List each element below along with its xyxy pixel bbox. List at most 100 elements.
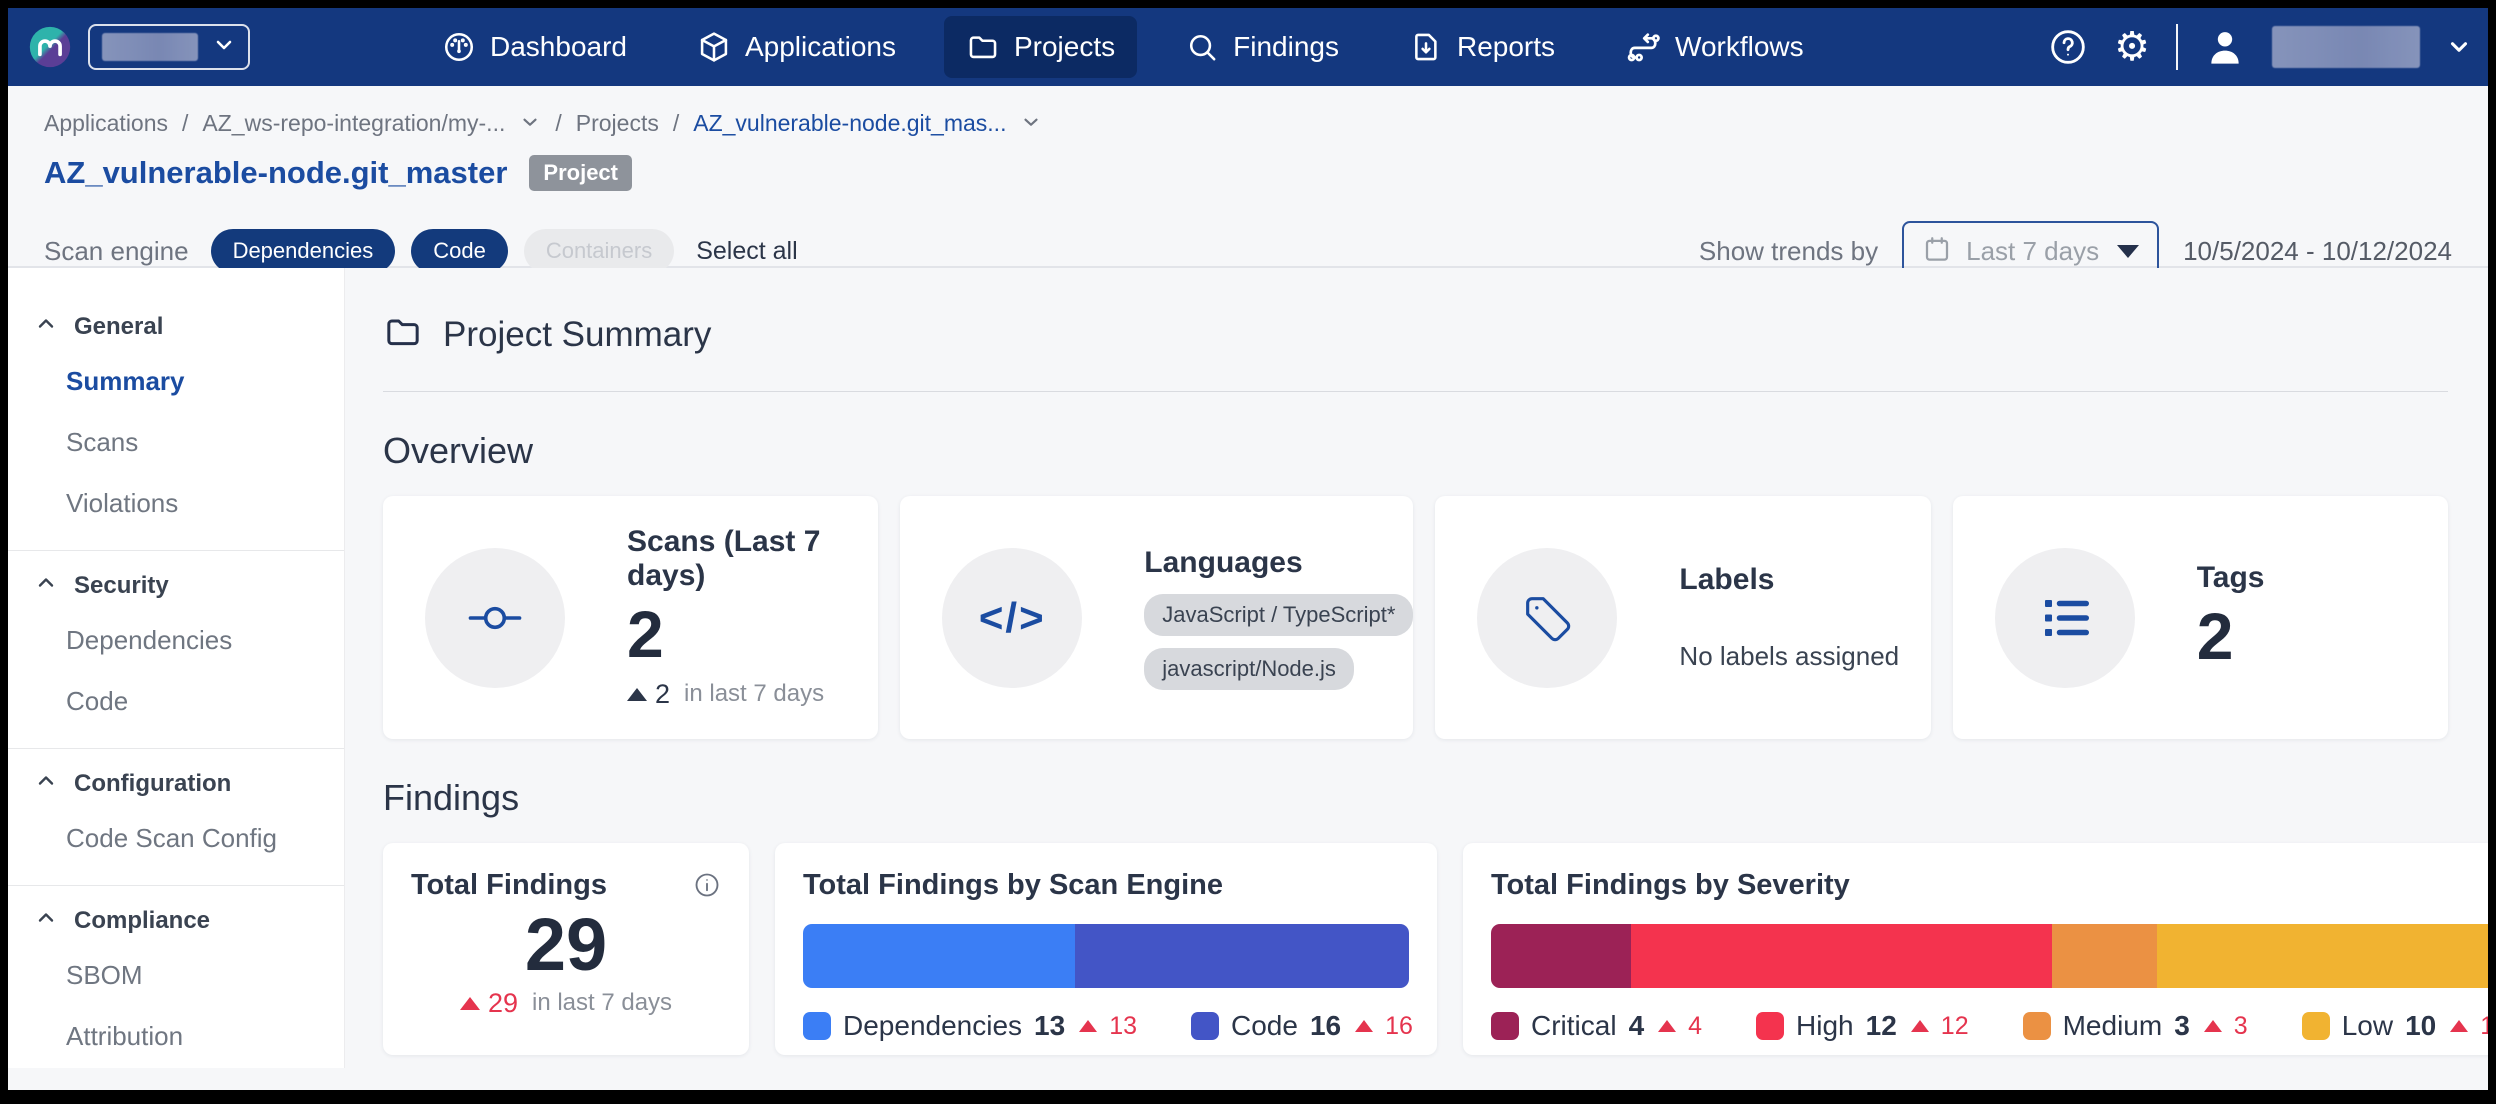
- overview-card-trend: 2in last 7 days: [627, 679, 878, 710]
- bar-segment-dependencies: [803, 924, 1075, 988]
- mend-logo-icon[interactable]: [28, 25, 72, 69]
- sidebar-section-title: Configuration: [74, 770, 231, 798]
- total-findings-card: Total Findings 29 29 in last 7 days: [383, 843, 749, 1055]
- language-tags: JavaScript / TypeScript*javascript/Node.…: [1144, 594, 1413, 690]
- legend-trend-value: 3: [2234, 1012, 2248, 1041]
- scan-engine-pill-containers[interactable]: Containers: [524, 229, 674, 273]
- overview-card-body: LabelsNo labels assigned: [1679, 563, 1899, 672]
- legend-swatch: [1491, 1012, 1519, 1040]
- project-type-badge: Project: [529, 155, 632, 191]
- breadcrumb: Applications / AZ_ws-repo-integration/my-.…: [44, 108, 2452, 139]
- code-icon: </>: [942, 548, 1082, 688]
- by-engine-title: Total Findings by Scan Engine: [803, 869, 1223, 902]
- overview-card-value: 2: [627, 597, 878, 673]
- overview-card-body: Scans (Last 7 days)22in last 7 days: [627, 525, 878, 710]
- engine-legend: Dependencies1313Code1616: [803, 1010, 1409, 1042]
- trend-period-value: Last 7 days: [1966, 236, 2099, 267]
- sidebar-section-configuration: Configuration Code Scan Config: [8, 749, 344, 886]
- overview-card-scans-last-7-days-: Scans (Last 7 days)22in last 7 days: [383, 496, 878, 739]
- report-icon: [1409, 30, 1443, 64]
- avatar-icon[interactable]: [2204, 26, 2246, 68]
- chevron-up-icon: [34, 906, 58, 935]
- folder-icon: [966, 30, 1000, 64]
- select-all-button[interactable]: Select all: [696, 237, 797, 266]
- nav-item-label: Applications: [745, 31, 896, 63]
- legend-swatch: [1756, 1012, 1784, 1040]
- legend-label: High: [1796, 1010, 1854, 1042]
- legend-item-critical: Critical44: [1491, 1010, 1702, 1042]
- trend-up-icon: [460, 997, 480, 1010]
- nav-item-reports[interactable]: Reports: [1387, 16, 1577, 78]
- sidebar-item-scans[interactable]: Scans: [8, 412, 344, 473]
- legend-item-low: Low1010: [2302, 1010, 2488, 1042]
- sidebar-section-header-general[interactable]: General: [8, 302, 344, 351]
- sidebar-section-security: SecurityDependenciesCode: [8, 551, 344, 749]
- legend-value: 4: [1629, 1010, 1645, 1042]
- scan-engine-pill-dependencies[interactable]: Dependencies: [211, 229, 396, 273]
- chevron-up-icon: [34, 769, 58, 798]
- sidebar-item-violations[interactable]: Violations: [8, 473, 344, 534]
- total-findings-trend: 29 in last 7 days: [411, 988, 721, 1019]
- breadcrumb-item[interactable]: AZ_ws-repo-integration/my-...: [202, 110, 505, 137]
- user-menu-chevron-icon[interactable]: [2446, 34, 2472, 60]
- nav-item-workflows[interactable]: Workflows: [1603, 15, 1826, 79]
- info-icon[interactable]: [693, 871, 721, 904]
- breadcrumb-item[interactable]: Applications: [44, 110, 168, 137]
- nav-item-label: Reports: [1457, 31, 1555, 63]
- legend-trend-value: 13: [1109, 1012, 1137, 1041]
- sidebar-item-code-scan-config[interactable]: Code Scan Config: [8, 808, 344, 869]
- nav-item-findings[interactable]: Findings: [1163, 16, 1361, 78]
- legend-trend-value: 12: [1941, 1012, 1969, 1041]
- sidebar-item-attribution[interactable]: Attribution: [8, 1006, 344, 1067]
- trend-up-icon: [2450, 1020, 2468, 1032]
- legend-swatch: [803, 1012, 831, 1040]
- sidebar-section-header-compliance[interactable]: Compliance: [8, 896, 344, 945]
- cube-icon: [697, 30, 731, 64]
- language-tag: javascript/Node.js: [1144, 648, 1354, 690]
- nav-item-label: Projects: [1014, 31, 1115, 63]
- legend-item-medium: Medium33: [2023, 1010, 2248, 1042]
- legend-label: Critical: [1531, 1010, 1617, 1042]
- nav-item-applications[interactable]: Applications: [675, 16, 918, 78]
- scan-engine-pill-code[interactable]: Code: [411, 229, 508, 273]
- commit-icon: [425, 548, 565, 688]
- primary-nav: Dashboard Applications Projects Findings Rep…: [420, 15, 1826, 79]
- trend-up-icon: [627, 688, 647, 701]
- findings-cards: Total Findings 29 29 in last 7 days T: [383, 843, 2448, 1055]
- chevron-down-icon[interactable]: [1020, 108, 1042, 139]
- sidebar-item-dependencies[interactable]: Dependencies: [8, 610, 344, 671]
- code-icon: </>: [979, 594, 1046, 642]
- by-severity-title: Total Findings by Severity: [1491, 869, 1850, 902]
- sidebar: GeneralSummaryScansViolations SecurityDep…: [8, 268, 345, 1068]
- sidebar-section-header-configuration[interactable]: Configuration: [8, 759, 344, 808]
- main-content: Project Summary Overview Scans (Last 7 d…: [345, 268, 2488, 1068]
- sidebar-item-summary[interactable]: Summary: [8, 351, 344, 412]
- page-title: AZ_vulnerable-node.git_master: [44, 155, 507, 191]
- sidebar-item-sbom[interactable]: SBOM: [8, 945, 344, 1006]
- breadcrumb-item[interactable]: AZ_vulnerable-node.git_mas...: [693, 110, 1006, 137]
- trend-up-icon: [1079, 1020, 1097, 1032]
- legend-value: 16: [1310, 1010, 1341, 1042]
- sidebar-item-code[interactable]: Code: [8, 671, 344, 732]
- total-findings-value: 29: [411, 906, 721, 984]
- page-header: Applications / AZ_ws-repo-integration/my-.…: [8, 86, 2488, 268]
- legend-value: 10: [2405, 1010, 2436, 1042]
- legend-swatch: [2023, 1012, 2051, 1040]
- total-findings-title: Total Findings: [411, 869, 607, 902]
- help-icon[interactable]: [2048, 27, 2088, 67]
- workflow-icon: [1625, 29, 1661, 65]
- topnav-right: ⚙: [2048, 24, 2472, 70]
- gear-icon[interactable]: ⚙: [2114, 27, 2150, 67]
- legend-value: 12: [1866, 1010, 1897, 1042]
- nav-item-projects[interactable]: Projects: [944, 16, 1137, 78]
- breadcrumb-item[interactable]: Projects: [576, 110, 659, 137]
- nav-item-dashboard[interactable]: Dashboard: [420, 16, 649, 78]
- org-selector[interactable]: [88, 24, 250, 70]
- breadcrumb-separator: /: [555, 110, 561, 137]
- bar-segment-code: [1075, 924, 1409, 988]
- overview-card-title: Languages: [1144, 546, 1413, 580]
- trend-date-range: 10/5/2024 - 10/12/2024: [2183, 236, 2452, 267]
- gauge-icon: [442, 30, 476, 64]
- sidebar-section-header-security[interactable]: Security: [8, 561, 344, 610]
- chevron-down-icon[interactable]: [519, 108, 541, 139]
